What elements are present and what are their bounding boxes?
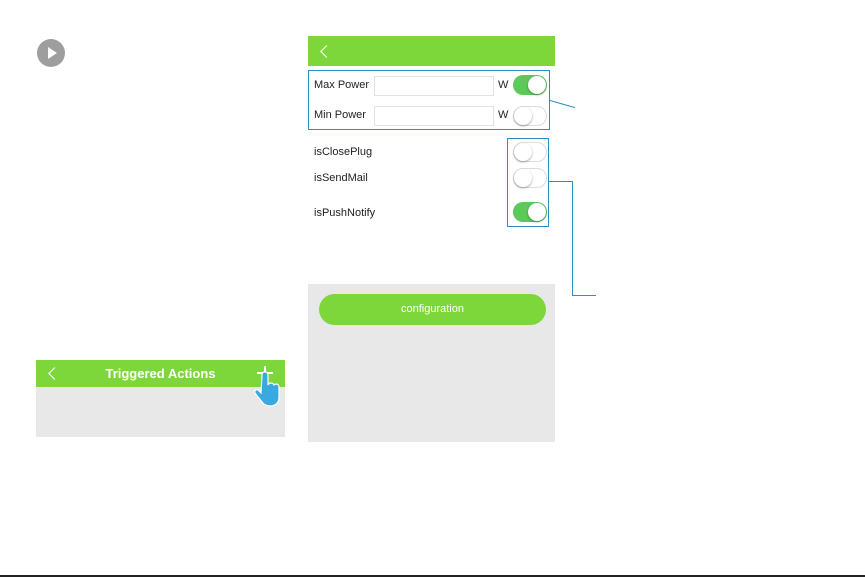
- callout-line-switches-vertical: [572, 181, 573, 296]
- triggered-actions-list: [36, 387, 285, 437]
- is-close-plug-label: isClosePlug: [314, 146, 373, 158]
- triggered-actions-header: Triggered Actions: [36, 360, 285, 387]
- header-title: Triggered Actions: [105, 366, 216, 381]
- switches-callout: [507, 138, 549, 227]
- play-icon[interactable]: [37, 39, 65, 67]
- settings-header: [308, 36, 555, 66]
- is-push-notify-label: isPushNotify: [314, 207, 376, 219]
- callout-line-power: [549, 100, 576, 109]
- callout-line-switches-bottom: [572, 295, 596, 296]
- pointing-hand-icon: [254, 371, 280, 407]
- back-chevron-icon[interactable]: [320, 45, 333, 58]
- callout-line-switches-top: [549, 181, 573, 182]
- power-fields-callout: [308, 70, 550, 130]
- configuration-button[interactable]: configuration: [319, 294, 546, 325]
- is-send-mail-label: isSendMail: [314, 172, 368, 184]
